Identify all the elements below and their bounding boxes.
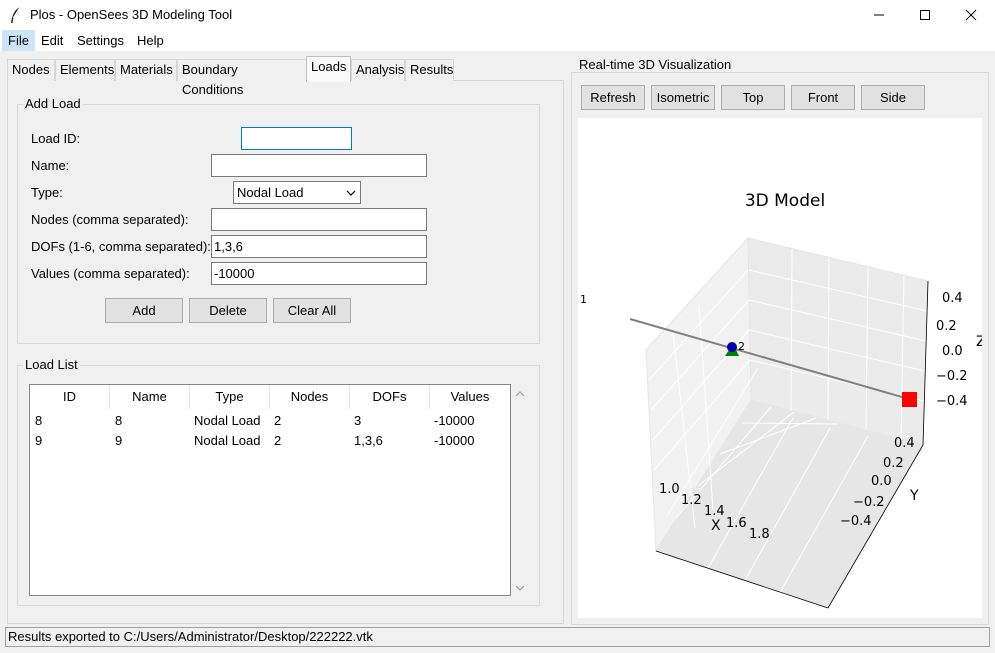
cell-type: Nodal Load	[194, 413, 261, 428]
tab-elements[interactable]: Elements	[55, 59, 115, 81]
scroll-down-icon[interactable]	[514, 582, 526, 594]
cell-dofs: 1,3,6	[354, 433, 383, 448]
tab-nodes[interactable]: Nodes	[7, 59, 55, 81]
minimize-button[interactable]	[856, 0, 902, 30]
z-tick-label: 0.2	[936, 319, 957, 334]
menu-edit[interactable]: Edit	[35, 30, 69, 51]
cell-values: -10000	[434, 433, 475, 448]
menu-help[interactable]: Help	[131, 30, 170, 51]
z-tick-label: −0.4	[936, 394, 968, 409]
z-tick-label: 0.4	[942, 291, 963, 306]
close-icon	[965, 9, 977, 21]
tab-materials[interactable]: Materials	[115, 59, 177, 81]
z-tick-label: 0.0	[942, 344, 963, 359]
y-tick-label: 0.4	[894, 436, 915, 451]
nodes-field[interactable]	[211, 208, 427, 231]
delete-button[interactable]: Delete	[189, 298, 267, 323]
model-3d-plot: 3D Model 1 2 1.01.21.41.61.8 −0.4 −0.2 0.0 0.2 0…	[580, 191, 982, 609]
cell-dofs: 3	[354, 413, 362, 428]
cell-values: -10000	[434, 413, 475, 428]
clear-all-button[interactable]: Clear All	[273, 298, 351, 323]
add-button[interactable]: Add	[105, 298, 183, 323]
z-tick-label: −0.2	[936, 369, 968, 384]
x-tick-label: 1.2	[681, 493, 702, 508]
visualization-title: Real-time 3D Visualization	[577, 57, 734, 72]
menu-file[interactable]: File	[2, 30, 35, 51]
side-view-button[interactable]: Side	[861, 85, 925, 110]
close-button[interactable]	[948, 0, 994, 30]
scroll-up-icon[interactable]	[514, 388, 526, 400]
values-label: Values (comma separated):	[31, 266, 190, 281]
name-field[interactable]	[211, 154, 427, 177]
type-select[interactable]: Nodal Load	[233, 181, 361, 204]
cell-id: 8	[35, 413, 43, 428]
front-view-button[interactable]: Front	[791, 85, 855, 110]
column-header-type[interactable]: Type	[190, 385, 270, 409]
y-tick-label: −0.4	[840, 514, 872, 529]
dofs-field[interactable]: 1,3,6	[211, 235, 427, 258]
menu-bar: File Edit Settings Help	[0, 30, 995, 51]
column-header-name[interactable]: Name	[110, 385, 190, 409]
plot-canvas[interactable]: 3D Model 1 2 1.0 1.2 1.4 1.6 1.8 −0.4 −0.2 0.0 0.2 0…	[578, 118, 982, 618]
minimize-icon	[874, 14, 884, 16]
cell-nodes: 2	[274, 413, 282, 428]
load-list-table[interactable]: ID Name Type Nodes DOFs Values 8 8 Nodal…	[29, 384, 511, 596]
values-field[interactable]: -10000	[211, 262, 427, 285]
node-label: 2	[738, 340, 745, 353]
tab-boundary-conditions[interactable]: Boundary Conditions	[177, 59, 307, 97]
cell-name: 9	[115, 433, 123, 448]
chevron-down-icon	[345, 185, 357, 199]
y-axis-label: Y	[909, 488, 919, 504]
load-id-field[interactable]	[241, 127, 352, 150]
column-header-id[interactable]: ID	[30, 385, 110, 409]
column-header-values[interactable]: Values	[430, 385, 510, 409]
menu-settings[interactable]: Settings	[71, 30, 130, 51]
node-label: 1	[580, 293, 587, 306]
add-load-title: Add Load	[23, 96, 83, 111]
table-row[interactable]: 9 9 Nodal Load 2 1,3,6 -10000	[30, 431, 510, 451]
load-marker	[902, 392, 917, 407]
column-header-nodes[interactable]: Nodes	[270, 385, 350, 409]
x-tick-label: 1.8	[749, 527, 770, 542]
feather-icon	[8, 6, 24, 24]
table-row[interactable]: 8 8 Nodal Load 2 3 -10000	[30, 411, 510, 431]
cell-name: 8	[115, 413, 123, 428]
x-tick-label: 1.4	[704, 504, 725, 519]
tab-results[interactable]: Results	[405, 59, 454, 81]
tab-loads[interactable]: Loads	[306, 56, 351, 82]
type-label: Type:	[31, 185, 63, 200]
y-tick-label: 0.2	[883, 456, 904, 471]
title-bar: Plos - OpenSees 3D Modeling Tool	[0, 0, 995, 30]
load-id-label: Load ID:	[31, 131, 81, 146]
dofs-label: DOFs (1-6, comma separated):	[31, 239, 211, 254]
load-list-title: Load List	[23, 357, 80, 372]
name-label: Name:	[31, 158, 70, 173]
cell-nodes: 2	[274, 433, 282, 448]
column-header-dofs[interactable]: DOFs	[350, 385, 430, 409]
refresh-button[interactable]: Refresh	[581, 85, 645, 110]
window-title: Plos - OpenSees 3D Modeling Tool	[30, 7, 233, 22]
node-marker	[727, 342, 737, 352]
cell-id: 9	[35, 433, 43, 448]
status-bar: Results exported to C:/Users/Administrat…	[5, 627, 990, 647]
tab-analysis[interactable]: Analysis	[351, 59, 405, 81]
y-tick-label: −0.2	[853, 495, 885, 510]
nodes-label: Nodes (comma separated):	[31, 212, 189, 227]
top-view-button[interactable]: Top	[721, 85, 785, 110]
x-tick-label: 1.0	[659, 482, 680, 497]
chart-title: 3D Model	[745, 191, 825, 211]
isometric-button[interactable]: Isometric	[651, 85, 715, 110]
maximize-icon	[920, 10, 930, 20]
x-axis-label: X	[711, 518, 721, 534]
y-tick-label: 0.0	[871, 474, 892, 489]
x-tick-label: 1.6	[726, 516, 747, 531]
z-axis-label: Z	[976, 334, 982, 350]
maximize-button[interactable]	[902, 0, 948, 30]
cell-type: Nodal Load	[194, 433, 261, 448]
type-select-value: Nodal Load	[237, 185, 304, 200]
